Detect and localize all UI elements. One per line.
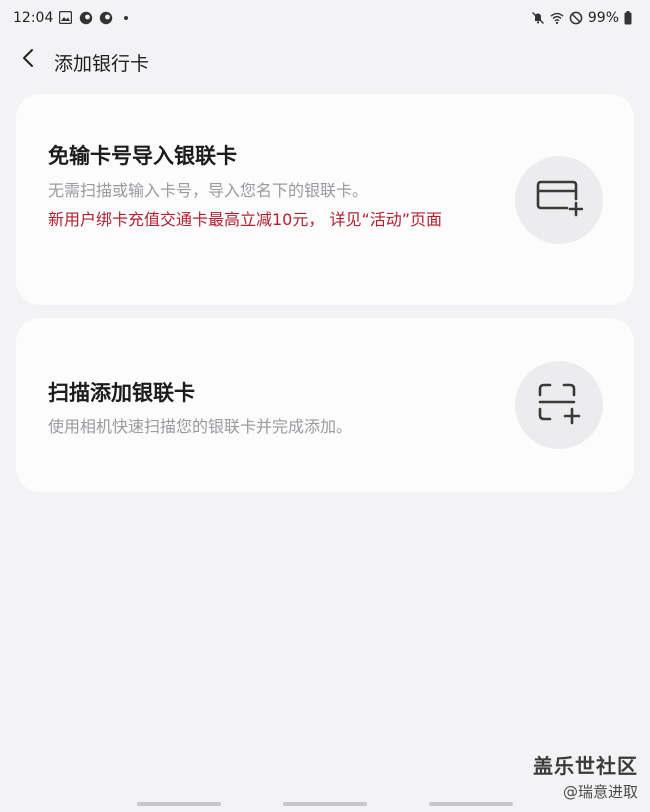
card-add-icon xyxy=(535,178,584,222)
scan-add-icon xyxy=(536,381,582,429)
watermark-author: @瑞意进取 xyxy=(562,783,638,801)
app-icon xyxy=(99,11,113,25)
nav-home-button[interactable] xyxy=(283,802,367,806)
nav-back-button[interactable] xyxy=(429,802,513,806)
scan-add-icon-circle xyxy=(515,361,603,449)
card-title: 免输卡号导入银联卡 xyxy=(48,144,237,168)
chevron-left-icon xyxy=(21,48,35,72)
nav-recents-button[interactable] xyxy=(137,802,221,806)
status-right: 99% xyxy=(531,10,638,26)
watermark-title: 盖乐世社区 xyxy=(533,754,638,778)
mute-icon xyxy=(531,11,545,25)
navigation-bar xyxy=(0,802,650,808)
scan-unionpay-card[interactable]: 扫描添加银联卡 使用相机快速扫描您的银联卡并完成添加。 xyxy=(16,318,634,492)
wifi-icon xyxy=(550,11,564,25)
status-time: 12:04 xyxy=(13,10,54,26)
dnd-icon xyxy=(569,11,583,25)
card-subtitle: 使用相机快速扫描您的银联卡并完成添加。 xyxy=(48,417,353,436)
watermark: 盖乐世社区 @瑞意进取 xyxy=(533,750,638,802)
app-header: 添加银行卡 xyxy=(0,40,650,82)
battery-icon xyxy=(624,11,638,25)
image-icon xyxy=(59,11,73,25)
app-icon xyxy=(79,11,93,25)
back-button[interactable] xyxy=(10,42,46,78)
promo-text: 新用户绑卡充值交通卡最高立减10元， 详见“活动”页面 xyxy=(48,210,443,229)
status-left: 12:04 xyxy=(13,10,133,26)
status-bar: 12:04 99% xyxy=(0,0,650,38)
card-title: 扫描添加银联卡 xyxy=(48,381,195,405)
card-add-icon-circle xyxy=(515,156,603,244)
page-title: 添加银行卡 xyxy=(54,53,150,75)
dot-icon xyxy=(119,11,133,25)
battery-percent: 99% xyxy=(587,10,619,26)
card-subtitle: 无需扫描或输入卡号，导入您名下的银联卡。 xyxy=(48,181,369,200)
import-unionpay-card[interactable]: 免输卡号导入银联卡 无需扫描或输入卡号，导入您名下的银联卡。 新用户绑卡充值交通… xyxy=(16,94,634,305)
